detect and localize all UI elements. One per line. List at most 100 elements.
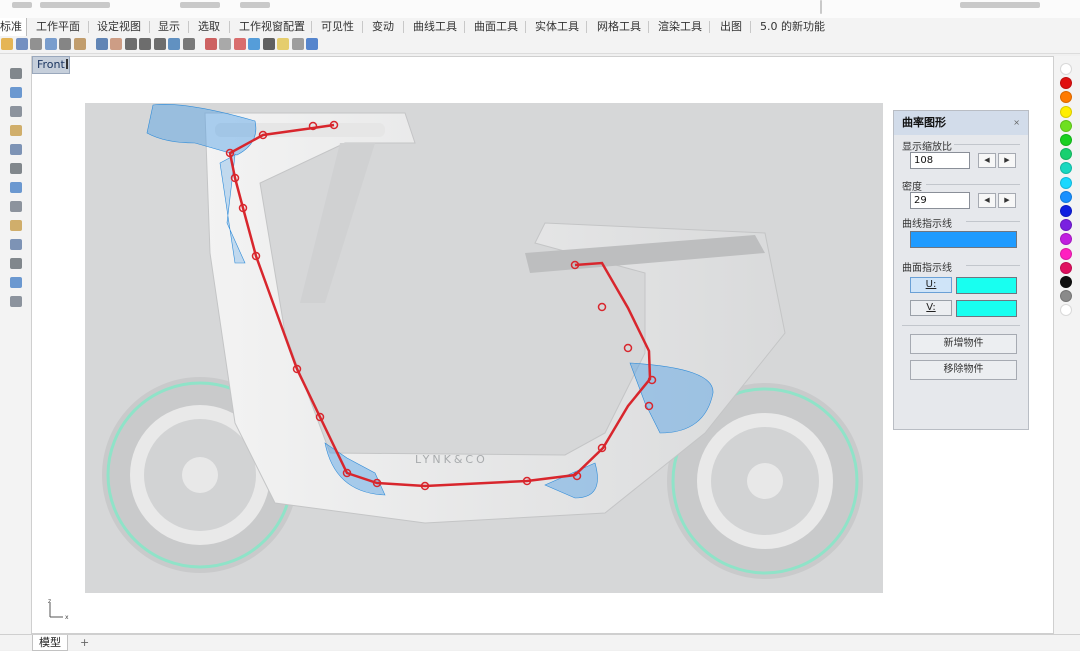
rotate-view-icon[interactable]	[168, 38, 180, 50]
standard-toolbar	[0, 36, 1080, 54]
tab-render-tools[interactable]: 渲染工具	[658, 18, 702, 36]
color-palette	[1054, 56, 1080, 634]
tab-solid-tools[interactable]: 实体工具	[535, 18, 579, 36]
scale-input[interactable]: 108	[910, 152, 970, 169]
open-file-icon[interactable]	[1, 38, 13, 50]
surface-icon[interactable]	[10, 163, 22, 174]
color-swatch[interactable]	[1060, 261, 1072, 274]
render-tool-icon[interactable]	[10, 296, 22, 307]
circle-icon[interactable]	[10, 106, 22, 117]
u-direction-toggle[interactable]: U:	[910, 277, 952, 293]
color-swatch[interactable]	[1060, 219, 1072, 232]
color-swatch[interactable]	[1060, 105, 1072, 118]
viewport-menu-caret[interactable]	[66, 59, 68, 69]
curve-hair-color-swatch[interactable]	[910, 231, 1017, 248]
undo-icon[interactable]	[95, 38, 108, 50]
analyze-icon[interactable]	[10, 277, 22, 288]
color-swatch[interactable]	[1060, 233, 1072, 246]
color-swatch[interactable]	[1060, 134, 1072, 146]
close-icon[interactable]: ×	[1013, 111, 1020, 135]
tab-mesh-tools[interactable]: 网格工具	[597, 18, 641, 36]
color-swatch[interactable]	[1060, 290, 1072, 303]
v-hair-color-swatch[interactable]	[956, 300, 1017, 317]
zoom-window-icon[interactable]	[139, 38, 151, 50]
density-decrease-button[interactable]: ◀	[978, 193, 996, 208]
color-swatch[interactable]	[1060, 190, 1072, 203]
color-swatch[interactable]	[1060, 63, 1072, 75]
pan-hand-icon[interactable]	[110, 38, 122, 50]
tab-select[interactable]: 选取	[198, 18, 220, 36]
svg-text:z: z	[48, 598, 51, 605]
scale-increase-button[interactable]: ▶	[998, 153, 1016, 168]
color-swatch[interactable]	[1060, 276, 1072, 288]
tab-curve-tools[interactable]: 曲线工具	[413, 18, 457, 36]
four-views-icon[interactable]	[182, 38, 195, 50]
rectangle-icon[interactable]	[10, 125, 22, 136]
surface-hair-label: 曲面指示线	[902, 263, 952, 274]
curvature-graph-panel: 曲率图形 × 显示缩放比 108 ◀ ▶ 密度 29 ◀ ▶ 曲线指示线 曲面指…	[893, 110, 1029, 430]
color-swatch[interactable]	[1060, 162, 1072, 175]
panel-title: 曲率图形	[894, 111, 1028, 135]
paste-icon[interactable]	[73, 38, 86, 50]
scale-label: 显示缩放比	[902, 142, 952, 153]
curve-icon[interactable]	[10, 144, 22, 155]
color-swatch[interactable]	[1060, 119, 1072, 132]
svg-text:x: x	[65, 614, 69, 620]
tab-viewport-layout[interactable]: 工作视窗配置	[239, 18, 305, 36]
title-strip	[0, 0, 1080, 18]
boolean-icon[interactable]	[10, 239, 22, 250]
color-swatch[interactable]	[1060, 77, 1072, 90]
tab-drafting[interactable]: 出图	[720, 18, 742, 36]
render-sphere-icon[interactable]	[233, 38, 246, 50]
toolbar-tab-bar: 标准 工作平面 设定视图 显示 选取 工作视窗配置 可见性 变动 曲线工具 曲面…	[0, 18, 1080, 37]
photo-logo: LYNK&CO	[415, 453, 488, 466]
solid-icon[interactable]	[10, 182, 22, 193]
options-icon[interactable]	[291, 38, 304, 50]
polyline-icon[interactable]	[10, 87, 22, 98]
light-icon[interactable]	[277, 38, 289, 50]
dimension-icon[interactable]	[10, 258, 22, 269]
mesh-icon[interactable]	[10, 201, 22, 212]
left-tool-column	[0, 54, 31, 634]
color-swatch[interactable]	[1060, 176, 1072, 189]
color-swatch[interactable]	[1060, 205, 1072, 217]
tab-transform[interactable]: 变动	[372, 18, 394, 36]
density-label: 密度	[902, 182, 922, 193]
cut-icon[interactable]	[59, 38, 71, 50]
viewport-title-front[interactable]: Front	[32, 56, 70, 74]
color-swatch[interactable]	[1060, 247, 1072, 260]
density-input[interactable]: 29	[910, 192, 970, 209]
shade-icon[interactable]	[219, 38, 231, 50]
density-increase-button[interactable]: ▶	[998, 193, 1016, 208]
copy-icon[interactable]	[44, 38, 57, 50]
tab-cplanes[interactable]: 工作平面	[36, 18, 80, 36]
tab-display[interactable]: 显示	[158, 18, 180, 36]
help-icon[interactable]	[306, 38, 318, 50]
zoom-icon[interactable]	[124, 38, 137, 50]
zoom-extents-icon[interactable]	[153, 38, 166, 50]
add-layout-button[interactable]: +	[74, 635, 95, 650]
remove-objects-button[interactable]: 移除物件	[910, 360, 1017, 380]
viewport-tab-bar: 模型 +	[0, 634, 1080, 651]
material-sphere-icon[interactable]	[248, 38, 260, 50]
point-icon[interactable]	[10, 68, 22, 79]
color-swatch[interactable]	[1060, 148, 1072, 161]
print-icon[interactable]	[30, 38, 42, 50]
transform-icon[interactable]	[10, 220, 22, 231]
color-swatch[interactable]	[1060, 91, 1072, 104]
add-objects-button[interactable]: 新增物件	[910, 334, 1017, 354]
color-swatch[interactable]	[1060, 304, 1072, 317]
tab-new-in-v5[interactable]: 5.0 的新功能	[760, 18, 825, 36]
world-axes-icon: z x	[48, 598, 69, 620]
u-hair-color-swatch[interactable]	[956, 277, 1017, 294]
tab-standard[interactable]: 标准	[0, 18, 27, 36]
render-icon[interactable]	[262, 38, 275, 50]
tab-visibility[interactable]: 可见性	[321, 18, 354, 36]
v-direction-toggle[interactable]: V:	[910, 300, 952, 316]
tab-set-view[interactable]: 设定视图	[97, 18, 141, 36]
tab-surface-tools[interactable]: 曲面工具	[474, 18, 518, 36]
camera-icon[interactable]	[204, 38, 217, 50]
curve-hair-label: 曲线指示线	[902, 219, 952, 230]
scale-decrease-button[interactable]: ◀	[978, 153, 996, 168]
save-file-icon[interactable]	[15, 38, 28, 50]
